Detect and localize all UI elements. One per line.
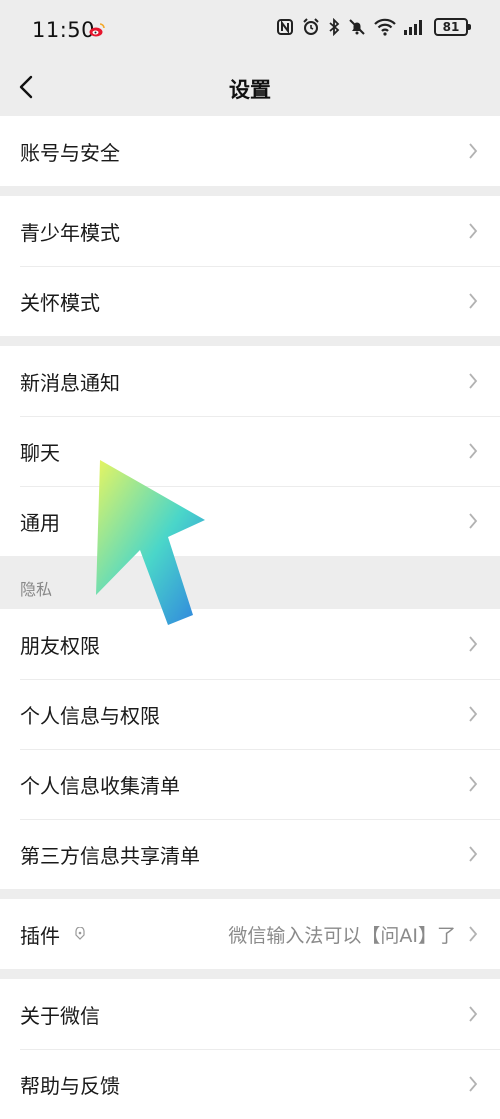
settings-item-teen-mode[interactable]: 青少年模式 (0, 196, 500, 266)
settings-item-personal-info-permissions[interactable]: 个人信息与权限 (0, 679, 500, 749)
settings-item-general[interactable]: 通用 (0, 486, 500, 556)
group-about: 关于微信 帮助与反馈 (0, 979, 500, 1119)
group-account: 账号与安全 (0, 116, 500, 186)
page-title: 设置 (229, 78, 271, 102)
group-plugins: 插件 微信输入法可以【问AI】了 (0, 899, 500, 969)
chevron-right-icon (469, 1076, 478, 1092)
settings-item-label: 新消息通知 (20, 370, 120, 395)
settings-item-label: 关怀模式 (20, 290, 100, 315)
chevron-right-icon (469, 1006, 478, 1022)
wifi-icon (374, 18, 396, 36)
settings-item-personal-info-collection[interactable]: 个人信息收集清单 (0, 749, 500, 819)
group-modes: 青少年模式 关怀模式 (0, 196, 500, 336)
chevron-right-icon (469, 443, 478, 459)
chevron-right-icon (469, 223, 478, 239)
settings-item-notifications[interactable]: 新消息通知 (0, 346, 500, 416)
group-messaging: 新消息通知 聊天 通用 (0, 346, 500, 556)
settings-item-label: 聊天 (20, 440, 60, 465)
settings-item-third-party-sharing[interactable]: 第三方信息共享清单 (0, 819, 500, 889)
alarm-icon (303, 18, 319, 35)
bluetooth-icon (329, 18, 340, 36)
plugin-promo-text: 微信输入法可以【问AI】了 (228, 924, 456, 947)
settings-item-plugins[interactable]: 插件 微信输入法可以【问AI】了 (0, 899, 500, 969)
chevron-right-icon (469, 143, 478, 159)
status-icons: 81 (276, 18, 471, 36)
settings-item-label: 个人信息与权限 (20, 703, 160, 728)
group-privacy: 朋友权限 个人信息与权限 个人信息收集清单 第三方信息共享清单 (0, 609, 500, 889)
settings-item-chat[interactable]: 聊天 (0, 416, 500, 486)
settings-item-help-feedback[interactable]: 帮助与反馈 (0, 1049, 500, 1119)
mute-icon (349, 19, 365, 35)
chevron-right-icon (469, 636, 478, 652)
nav-bar: 设置 (0, 62, 500, 116)
settings-item-label: 账号与安全 (20, 140, 120, 165)
settings-item-label: 青少年模式 (20, 220, 120, 245)
settings-item-label: 关于微信 (20, 1003, 100, 1028)
settings-item-label: 个人信息收集清单 (20, 773, 180, 798)
settings-item-label: 帮助与反馈 (20, 1073, 120, 1098)
weibo-icon (89, 23, 105, 37)
chevron-right-icon (469, 926, 478, 942)
chevron-right-icon (469, 706, 478, 722)
settings-item-label: 插件 (20, 923, 60, 948)
settings-item-care-mode[interactable]: 关怀模式 (0, 266, 500, 336)
settings-item-friend-permissions[interactable]: 朋友权限 (0, 609, 500, 679)
settings-item-account-security[interactable]: 账号与安全 (0, 116, 500, 186)
signal-icon (404, 20, 422, 35)
battery-icon: 81 (434, 18, 471, 36)
chevron-right-icon (469, 776, 478, 792)
status-bar: 11:50 81 (0, 0, 500, 62)
lightbulb-icon (75, 927, 85, 940)
settings-item-label: 第三方信息共享清单 (20, 843, 200, 868)
chevron-right-icon (469, 293, 478, 309)
chevron-right-icon (469, 513, 478, 529)
nfc-icon (277, 19, 293, 35)
settings-item-label: 通用 (20, 510, 60, 535)
chevron-right-icon (469, 373, 478, 389)
status-time: 11:50 (32, 18, 96, 42)
settings-item-label: 朋友权限 (20, 633, 100, 658)
settings-item-about[interactable]: 关于微信 (0, 979, 500, 1049)
section-label-privacy: 隐私 (20, 580, 53, 599)
chevron-right-icon (469, 846, 478, 862)
